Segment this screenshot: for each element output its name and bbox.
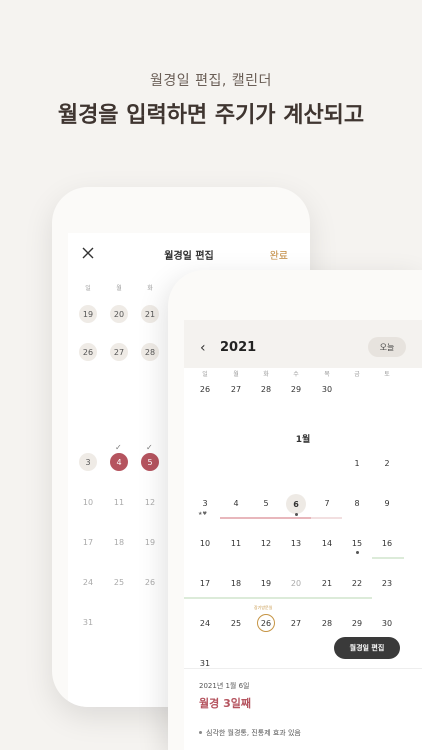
- edit-period-button[interactable]: 월경일 편집: [334, 637, 400, 659]
- day-cell[interactable]: 17: [194, 579, 216, 588]
- chevron-left-icon[interactable]: ‹: [200, 340, 206, 356]
- selected-date: 2021년 1월 6일: [199, 682, 250, 690]
- promo-subtitle: 월경일 편집, 캘린더: [150, 73, 272, 89]
- fertile-bar: [184, 597, 372, 599]
- day-cell[interactable]: 26: [79, 343, 97, 361]
- day-cell[interactable]: 31: [194, 659, 216, 668]
- day-cell[interactable]: 18: [225, 579, 247, 588]
- day-cell-selected[interactable]: 4: [110, 453, 128, 471]
- day-cell[interactable]: 26: [194, 385, 216, 394]
- day-cell[interactable]: 1: [346, 459, 368, 468]
- day-cell[interactable]: 14: [316, 539, 338, 548]
- day-cell[interactable]: 24: [79, 573, 97, 591]
- promo-headline: 월경을 입력하면 주기가 계산되고: [57, 103, 365, 128]
- day-cell[interactable]: 21: [316, 579, 338, 588]
- day-cell[interactable]: 30: [316, 385, 338, 394]
- cycle-phase: 월경 3일째: [199, 697, 251, 710]
- day-cell[interactable]: 3: [194, 499, 216, 508]
- weekday-label: 목: [324, 371, 330, 378]
- check-icon: ✓: [115, 443, 122, 452]
- day-cell[interactable]: 24: [194, 619, 216, 628]
- weekday-label: 일: [85, 285, 91, 292]
- day-cell-today[interactable]: 6: [286, 494, 306, 514]
- day-cell[interactable]: 28: [141, 343, 159, 361]
- day-cell[interactable]: 10: [79, 493, 97, 511]
- day-cell[interactable]: 25: [110, 573, 128, 591]
- day-cell[interactable]: 26: [141, 573, 159, 591]
- weekday-label: 토: [384, 371, 390, 378]
- fertile-bar: [372, 557, 404, 559]
- day-cell[interactable]: 15: [346, 539, 368, 548]
- day-cell[interactable]: 25: [225, 619, 247, 628]
- day-cell[interactable]: 20: [110, 305, 128, 323]
- day-cell[interactable]: 29: [346, 619, 368, 628]
- day-cell[interactable]: 20: [285, 579, 307, 588]
- year-label: 2021: [220, 340, 257, 355]
- weekday-label: 일: [202, 371, 208, 378]
- symptom-note: 심각한 월경통, 진통제 효과 있음: [206, 729, 301, 737]
- dot-indicator: [356, 551, 359, 554]
- day-cell[interactable]: 11: [110, 493, 128, 511]
- day-cell[interactable]: 8: [346, 499, 368, 508]
- weekday-label: 월: [233, 371, 239, 378]
- weekday-label: 수: [293, 371, 299, 378]
- day-cell[interactable]: 27: [110, 343, 128, 361]
- day-cell[interactable]: 19: [255, 579, 277, 588]
- day-cell[interactable]: 2: [376, 459, 398, 468]
- day-cell-selected[interactable]: 5: [141, 453, 159, 471]
- day-cell[interactable]: 12: [141, 493, 159, 511]
- day-cell[interactable]: 31: [79, 613, 97, 631]
- period-bar: [220, 517, 311, 519]
- day-cell[interactable]: 18: [110, 533, 128, 551]
- front-phone-frame: ‹ 2021 오늘 일 월 화 수 목 금 토 26 27 28 29 30 1…: [168, 270, 422, 750]
- day-cell[interactable]: 19: [79, 305, 97, 323]
- check-icon: ✓: [146, 443, 153, 452]
- done-button[interactable]: 완료: [270, 247, 288, 262]
- day-cell-highlight[interactable]: 26: [257, 614, 275, 632]
- day-cell[interactable]: 27: [225, 385, 247, 394]
- day-cell[interactable]: 12: [255, 539, 277, 548]
- weekday-label: 월: [116, 285, 122, 292]
- day-cell[interactable]: 7: [316, 499, 338, 508]
- day-cell[interactable]: 22: [346, 579, 368, 588]
- day-cell[interactable]: 29: [285, 385, 307, 394]
- day-cell[interactable]: 28: [255, 385, 277, 394]
- dot-indicator: [295, 513, 298, 516]
- day-cell[interactable]: 13: [285, 539, 307, 548]
- day-cell[interactable]: 16: [376, 539, 398, 548]
- month-label: 1월: [295, 435, 311, 445]
- day-cell[interactable]: 10: [194, 539, 216, 548]
- day-cell[interactable]: 17: [79, 533, 97, 551]
- period-bar: [311, 517, 342, 519]
- ring-day-caption: 장기방문일: [254, 605, 273, 610]
- day-cell[interactable]: 30: [376, 619, 398, 628]
- day-cell[interactable]: 19: [141, 533, 159, 551]
- bullet-icon: [199, 731, 202, 734]
- day-cell[interactable]: 28: [316, 619, 338, 628]
- day-cell[interactable]: 23: [376, 579, 398, 588]
- weekday-label: 화: [147, 285, 153, 292]
- day-cell[interactable]: 3: [79, 453, 97, 471]
- day-cell[interactable]: 9: [376, 499, 398, 508]
- day-cell[interactable]: 21: [141, 305, 159, 323]
- marker-icon: ★♥: [198, 511, 207, 517]
- weekday-label: 화: [263, 371, 269, 378]
- today-button[interactable]: 오늘: [368, 337, 406, 357]
- day-cell[interactable]: 5: [255, 499, 277, 508]
- day-cell[interactable]: 4: [225, 499, 247, 508]
- weekday-label: 금: [354, 371, 360, 378]
- day-cell[interactable]: 11: [225, 539, 247, 548]
- day-cell[interactable]: 27: [285, 619, 307, 628]
